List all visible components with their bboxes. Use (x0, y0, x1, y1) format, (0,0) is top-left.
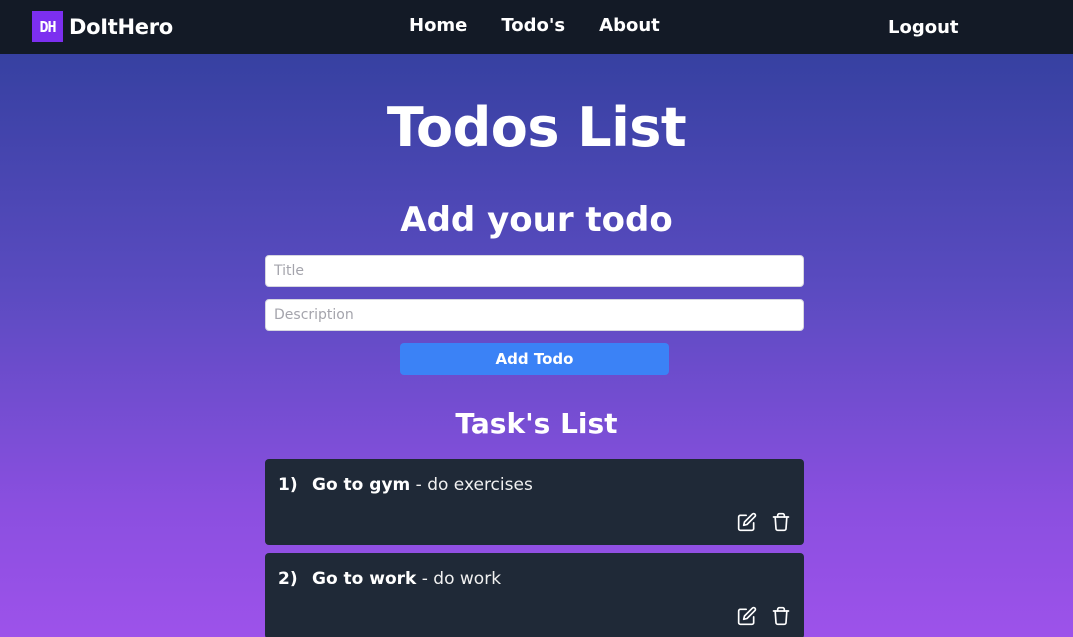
logo: DH (32, 11, 63, 42)
form-title: Add your todo (400, 200, 673, 240)
trash-icon[interactable] (771, 606, 791, 626)
task-text: 2) Go to work - do work (278, 569, 501, 589)
nav-links: Home Todo's About (409, 15, 694, 36)
nav-link-todos[interactable]: Todo's (501, 15, 565, 36)
task-card: 1) Go to gym - do exercises (265, 459, 804, 545)
task-description: - do exercises (410, 475, 533, 495)
task-text: 1) Go to gym - do exercises (278, 475, 533, 495)
edit-icon[interactable] (737, 512, 757, 532)
nav-link-home[interactable]: Home (409, 15, 467, 36)
brand-name: DoItHero (69, 14, 173, 39)
page-title: Todos List (386, 96, 687, 159)
edit-icon[interactable] (737, 606, 757, 626)
description-input[interactable] (265, 299, 804, 331)
tasks-title: Task's List (455, 407, 618, 440)
task-description: - do work (416, 569, 502, 589)
nav-link-about[interactable]: About (599, 15, 660, 36)
task-title: Go to work (312, 569, 417, 589)
task-number: 2) (278, 569, 298, 589)
brand[interactable]: DH DoItHero (32, 11, 173, 42)
navbar: DH DoItHero Home Todo's About Logout (0, 0, 1073, 54)
task-title: Go to gym (312, 475, 411, 495)
task-number: 1) (278, 475, 298, 495)
trash-icon[interactable] (771, 512, 791, 532)
add-todo-button[interactable]: Add Todo (400, 343, 669, 375)
task-card: 2) Go to work - do work (265, 553, 804, 637)
logout-link[interactable]: Logout (888, 17, 959, 38)
title-input[interactable] (265, 255, 804, 287)
